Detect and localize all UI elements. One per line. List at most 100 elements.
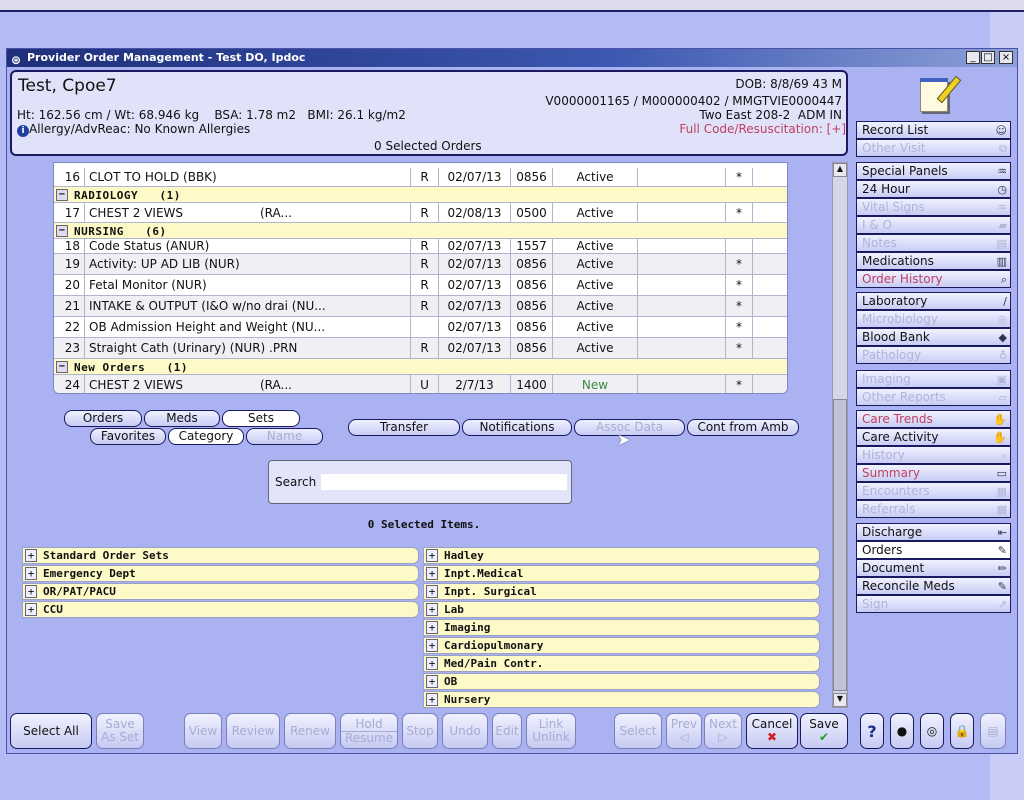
category-row[interactable]: + Cardiopulmonary bbox=[423, 637, 820, 654]
sidebar-item-imaging[interactable]: Imaging ▣ bbox=[856, 370, 1011, 388]
category-row[interactable]: + Nursery bbox=[423, 691, 820, 708]
expand-icon[interactable]: + bbox=[426, 621, 438, 634]
sidebar-item-other-reports[interactable]: Other Reports ▱ bbox=[856, 388, 1011, 406]
order-group-header[interactable]: − New Orders (1) bbox=[54, 359, 787, 375]
view-button[interactable]: View bbox=[184, 713, 222, 749]
expand-icon[interactable]: + bbox=[426, 603, 438, 616]
table-row[interactable]: 24 CHEST 2 VIEWS (RA... U 2/7/13 1400 New * bbox=[54, 375, 787, 393]
undo-button[interactable]: Undo bbox=[442, 713, 488, 749]
select-all-button[interactable]: Select All bbox=[10, 713, 92, 749]
expand-icon[interactable]: + bbox=[25, 585, 37, 598]
sidebar-item-referrals[interactable]: Referrals ▦ bbox=[856, 500, 1011, 518]
select-button[interactable]: Select bbox=[614, 713, 662, 749]
lock-button[interactable]: 🔒 bbox=[950, 713, 974, 749]
tab-meds[interactable]: Meds bbox=[144, 410, 220, 427]
table-row[interactable]: 19 Activity: UP AD LIB (NUR) R 02/07/13 0856… bbox=[54, 254, 787, 275]
sidebar-item-orders[interactable]: Orders ✎ bbox=[856, 541, 1011, 559]
record-button[interactable]: ● bbox=[890, 713, 914, 749]
expand-icon[interactable]: + bbox=[426, 639, 438, 652]
scroll-thumb[interactable] bbox=[833, 399, 847, 691]
sidebar-item-care-trends[interactable]: Care Trends ✋ bbox=[856, 410, 1011, 428]
expand-icon[interactable]: + bbox=[426, 693, 438, 706]
cont-from-amb-button[interactable]: Cont from Amb bbox=[687, 419, 799, 436]
expand-icon[interactable]: + bbox=[25, 549, 37, 562]
help-button[interactable]: ? bbox=[860, 713, 884, 749]
table-row[interactable]: 23 Straight Cath (Urinary) (NUR) .PRN R 02/… bbox=[54, 338, 787, 359]
notes-button[interactable]: ▤ bbox=[980, 713, 1006, 749]
category-row[interactable]: + Lab bbox=[423, 601, 820, 618]
sidebar-item-24-hour[interactable]: 24 Hour ◷ bbox=[856, 180, 1011, 198]
category-row[interactable]: + Med/Pain Contr. bbox=[423, 655, 820, 672]
sidebar-item-laboratory[interactable]: Laboratory / bbox=[856, 292, 1011, 310]
category-row[interactable]: + Hadley bbox=[423, 547, 820, 564]
settings-button[interactable]: ◎ bbox=[920, 713, 944, 749]
maximize-button[interactable]: □ bbox=[981, 51, 995, 64]
transfer-button[interactable]: Transfer bbox=[348, 419, 460, 436]
sidebar-item-other-visit[interactable]: Other Visit ⧉ bbox=[856, 139, 1011, 157]
search-input[interactable] bbox=[321, 474, 567, 490]
collapse-icon[interactable]: − bbox=[56, 189, 68, 201]
table-row[interactable]: 16 CLOT TO HOLD (BBK) R 02/07/13 0856 Active * bbox=[54, 168, 787, 187]
table-row[interactable]: 22 OB Admission Height and Weight (NU... 0… bbox=[54, 317, 787, 338]
next-button[interactable]: Next ▷ bbox=[704, 713, 742, 749]
tab-sets[interactable]: Sets bbox=[222, 410, 300, 427]
expand-icon[interactable]: + bbox=[426, 567, 438, 580]
order-group-header[interactable]: − RADIOLOGY (1) bbox=[54, 187, 787, 203]
sidebar-item-blood-bank[interactable]: Blood Bank ◆ bbox=[856, 328, 1011, 346]
sidebar-item-order-history[interactable]: Order History ⌕ bbox=[856, 270, 1011, 288]
close-button[interactable]: × bbox=[999, 51, 1013, 64]
sidebar-item-microbiology[interactable]: Microbiology ◎ bbox=[856, 310, 1011, 328]
category-row[interactable]: + Standard Order Sets bbox=[22, 547, 419, 564]
cancel-button[interactable]: Cancel ✖ bbox=[746, 713, 798, 749]
prev-button[interactable]: Prev ◁ bbox=[666, 713, 702, 749]
category-row[interactable]: + OR/PAT/PACU bbox=[22, 583, 419, 600]
save-button[interactable]: Save ✔ bbox=[800, 713, 848, 749]
expand-icon[interactable]: + bbox=[25, 603, 37, 616]
link-unlink-button[interactable]: Link Unlink bbox=[526, 713, 576, 749]
sidebar-item-encounters[interactable]: Encounters ▦ bbox=[856, 482, 1011, 500]
tab-orders[interactable]: Orders bbox=[64, 410, 142, 427]
collapse-icon[interactable]: − bbox=[56, 225, 68, 237]
table-row[interactable]: 21 INTAKE & OUTPUT (I&O w/no drai (NU... R… bbox=[54, 296, 787, 317]
sidebar-item-special-panels[interactable]: Special Panels ♒ bbox=[856, 162, 1011, 180]
sidebar-item-reconcile-meds[interactable]: Reconcile Meds ✎ bbox=[856, 577, 1011, 595]
sidebar-item-sign[interactable]: Sign ↗ bbox=[856, 595, 1011, 613]
category-row[interactable]: + Inpt. Surgical bbox=[423, 583, 820, 600]
category-row[interactable]: + OB bbox=[423, 673, 820, 690]
sidebar-item-history[interactable]: History ⌕ bbox=[856, 446, 1011, 464]
sidebar-item-care-activity[interactable]: Care Activity ✋ bbox=[856, 428, 1011, 446]
notifications-button[interactable]: Notifications bbox=[462, 419, 572, 436]
collapse-icon[interactable]: − bbox=[56, 361, 68, 373]
expand-icon[interactable]: + bbox=[426, 657, 438, 670]
tab-favorites[interactable]: Favorites bbox=[90, 428, 166, 445]
sidebar-item-i-o[interactable]: I & O ▰ bbox=[856, 216, 1011, 234]
expand-icon[interactable]: + bbox=[426, 675, 438, 688]
sidebar-item-summary[interactable]: Summary ▭ bbox=[856, 464, 1011, 482]
scroll-up-arrow[interactable]: ▲ bbox=[833, 163, 847, 177]
table-row[interactable]: 20 Fetal Monitor (NUR) R 02/07/13 0856 Active… bbox=[54, 275, 787, 296]
expand-icon[interactable]: + bbox=[426, 585, 438, 598]
tab-category[interactable]: Category bbox=[168, 428, 244, 445]
category-row[interactable]: + Emergency Dept bbox=[22, 565, 419, 582]
edit-button[interactable]: Edit bbox=[492, 713, 522, 749]
table-row[interactable]: 18 Code Status (ANUR) R 02/07/13 1557 Active bbox=[54, 239, 787, 254]
category-row[interactable]: + Inpt.Medical bbox=[423, 565, 820, 582]
category-row[interactable]: + Imaging bbox=[423, 619, 820, 636]
sidebar-item-vital-signs[interactable]: Vital Signs ♒ bbox=[856, 198, 1011, 216]
order-group-header[interactable]: − NURSING (6) bbox=[54, 223, 787, 239]
sidebar-item-document[interactable]: Document ✏ bbox=[856, 559, 1011, 577]
category-row[interactable]: + CCU bbox=[22, 601, 419, 618]
review-button[interactable]: Review bbox=[226, 713, 280, 749]
scroll-down-arrow[interactable]: ▼ bbox=[833, 693, 847, 707]
stop-button[interactable]: Stop bbox=[402, 713, 438, 749]
hold-resume-button[interactable]: Hold Resume bbox=[340, 713, 398, 749]
save-as-set-button[interactable]: Save As Set bbox=[96, 713, 144, 749]
sidebar-item-record-list[interactable]: Record List ☺ bbox=[856, 121, 1011, 139]
sidebar-item-notes[interactable]: Notes ▤ bbox=[856, 234, 1011, 252]
code-status-link[interactable]: Full Code/Resuscitation: [+] bbox=[679, 122, 846, 136]
sidebar-item-medications[interactable]: Medications ▥ bbox=[856, 252, 1011, 270]
tab-name[interactable]: Name bbox=[246, 428, 323, 445]
expand-icon[interactable]: + bbox=[426, 549, 438, 562]
renew-button[interactable]: Renew bbox=[284, 713, 336, 749]
minimize-button[interactable]: _ bbox=[966, 51, 980, 64]
